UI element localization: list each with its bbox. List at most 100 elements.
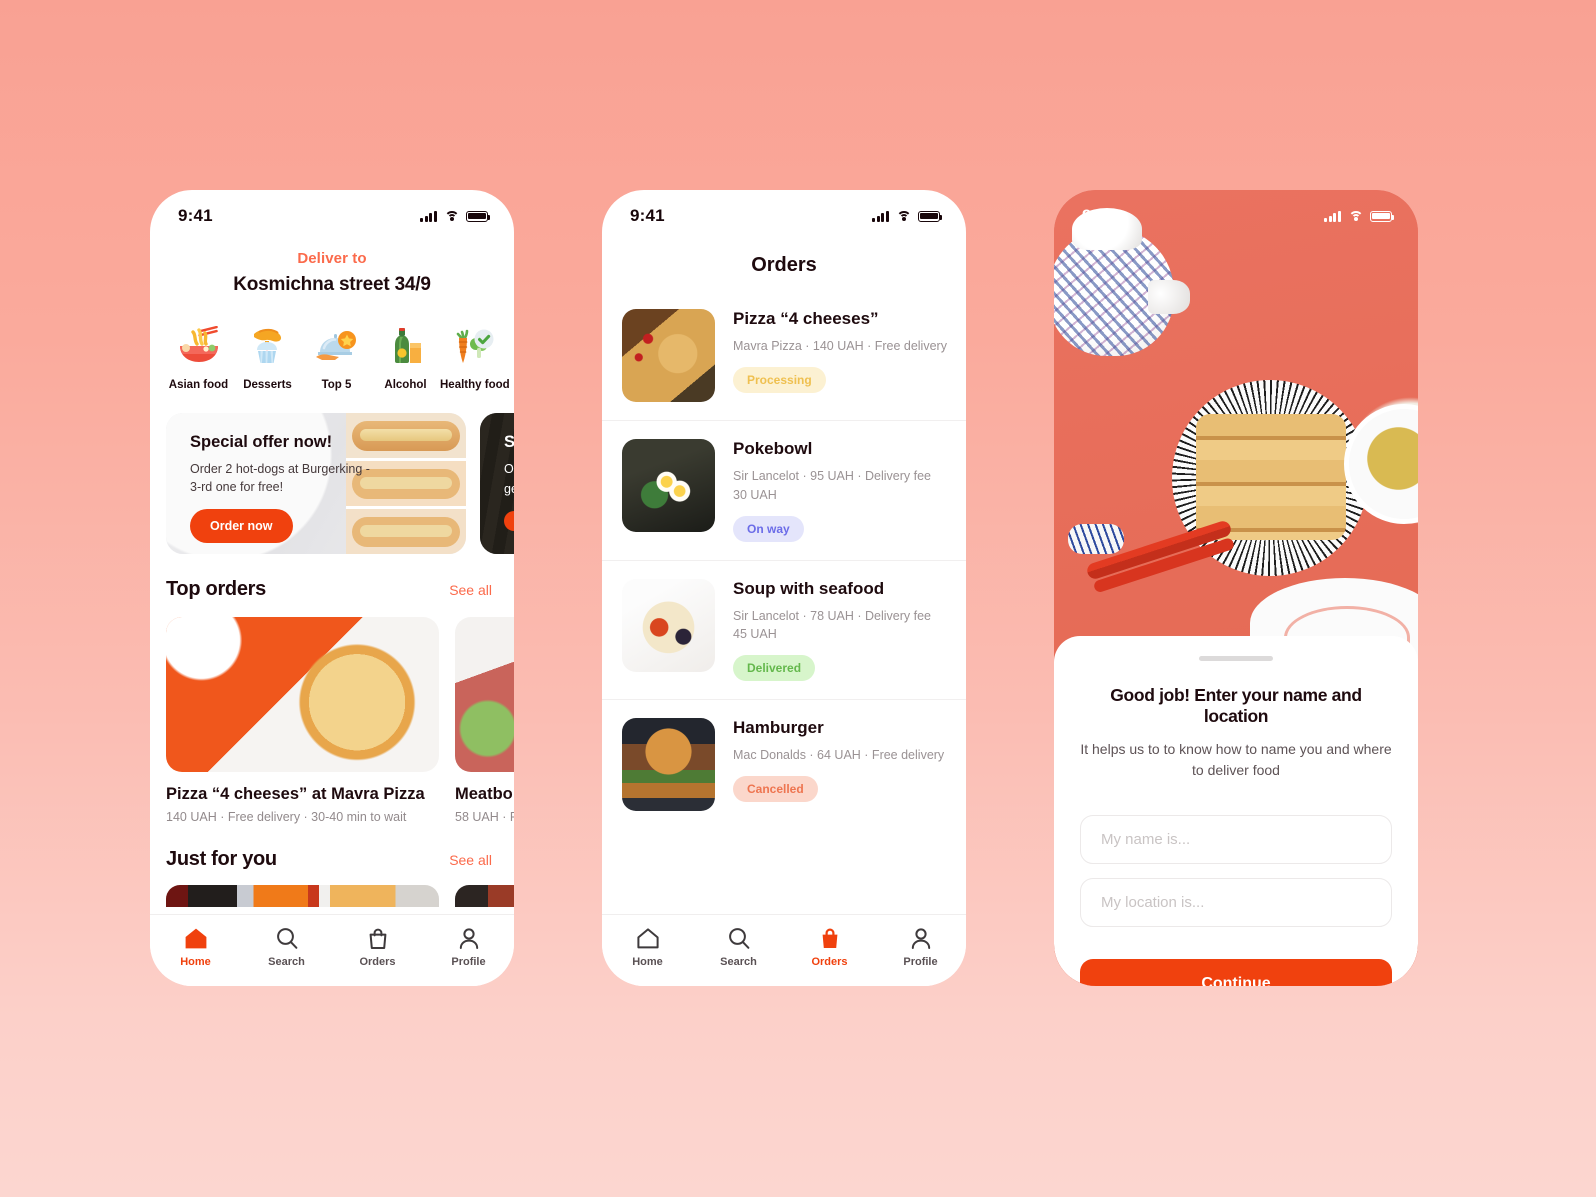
status-badge: Processing [733,366,826,393]
sheet-drag-handle[interactable] [1199,656,1273,661]
wifi-icon [444,210,459,222]
just-for-you-header: Just for you See all [150,824,514,871]
banner-subtitle-line1: Ord [504,462,514,476]
teapot-object [1054,208,1190,356]
order-row[interactable]: Pizza “4 cheeses” Mavra Pizza · 140 UAH … [602,291,966,421]
tab-orders[interactable]: Orders [332,925,423,968]
see-all-top-orders[interactable]: See all [449,582,492,598]
tab-label: Orders [811,956,848,968]
section-title: Top orders [166,578,266,600]
category-alcohol[interactable]: Alcohol [371,320,440,391]
food-card-title: Meatbo [455,785,513,803]
category-label: Healthy food [440,379,510,391]
order-meta: Mavra Pizza · 140 UAH · Free delivery [733,339,947,353]
tab-label: Profile [903,956,938,968]
chopstick-rest-object [1068,524,1124,554]
banner-title: Sp [504,433,514,451]
meatballs-photo [455,617,514,772]
tab-profile[interactable]: Profile [875,925,966,968]
phone-screen-home: 9:41 Deliver to Kosmichna street 34/9 As… [150,190,514,986]
tab-label: Home [632,956,663,968]
food-card-title: Pizza “4 cheeses” at Mavra Pizza [166,785,425,803]
category-top-5[interactable]: Top 5 [302,320,371,391]
top-orders-list[interactable]: Pizza “4 cheeses” at Mavra Pizza 140 UAH… [150,601,514,824]
order-name: Soup with seafood [733,578,885,598]
food-card[interactable]: Pizza “4 cheeses” at Mavra Pizza 140 UAH… [166,617,439,824]
striped-plate-object [1172,380,1368,576]
banner-subtitle: Order 2 hot-dogs at Burgerking - 3-rd on… [190,462,370,495]
order-name: Pokebowl [733,439,813,458]
delivery-address-header[interactable]: Deliver to Kosmichna street 34/9 [150,236,514,296]
location-input[interactable] [1080,878,1392,927]
bag-icon [332,925,423,951]
food-card[interactable]: Meatbo 58 UAH · F [455,617,514,824]
status-badge: Delivered [733,655,816,681]
page-title: Orders [751,254,817,276]
status-time: 9:41 [178,206,213,225]
order-row[interactable]: Soup with seafood Sir Lancelot · 78 UAH … [602,561,966,700]
promo-banner[interactable]: Special offer now! Order 2 hot-dogs at B… [166,413,466,554]
pizza-slices-photo [622,309,715,402]
cellular-signal-icon [1324,210,1341,222]
category-list[interactable]: Asian food Desserts Top 5 Alcohol Health… [150,296,514,391]
search-icon [241,925,332,951]
food-card-meta: 58 UAH · F [455,810,514,824]
status-indicators [420,210,491,222]
battery-icon [466,210,491,222]
bottom-tab-bar[interactable]: Home Search Orders Profile [150,914,514,986]
tab-profile[interactable]: Profile [423,925,514,968]
order-meta: Sir Lancelot · 95 UAH · Delivery fee 30 … [733,469,931,502]
status-bar: 9:41 [602,190,966,236]
home-icon [150,925,241,951]
order-now-button-secondary[interactable] [504,511,514,532]
tab-orders[interactable]: Orders [784,925,875,968]
food-card-meta: 140 UAH · Free delivery · 30-40 min to w… [166,810,407,824]
category-desserts[interactable]: Desserts [233,320,302,391]
person-icon [875,925,966,951]
status-indicators [872,210,943,222]
bottom-tab-bar[interactable]: Home Search Orders Profile [602,914,966,986]
status-badge: Cancelled [733,775,818,802]
noodle-bowl-icon [164,320,233,372]
name-input[interactable] [1080,815,1392,864]
order-row[interactable]: Pokebowl Sir Lancelot · 95 UAH · Deliver… [602,421,966,561]
onboarding-title: Good job! Enter your name and location [1110,685,1362,726]
tab-label: Search [720,956,757,968]
bag-icon [784,925,875,951]
tab-label: Profile [451,956,486,968]
food-photo[interactable] [166,885,439,907]
promo-banner-carousel[interactable]: Special offer now! Order 2 hot-dogs at B… [150,391,514,554]
home-icon [602,925,693,951]
tab-label: Orders [359,956,396,968]
onboarding-bottom-sheet: Good job! Enter your name and location I… [1054,636,1418,986]
top-orders-header: Top orders See all [150,554,514,601]
continue-button[interactable]: Continue [1080,959,1392,986]
wifi-icon [896,210,911,222]
tab-home[interactable]: Home [150,925,241,968]
seafood-soup-photo [622,578,715,672]
deliver-to-label: Deliver to [297,250,367,267]
pizza-photo [166,617,439,772]
food-photo[interactable] [455,885,514,907]
category-asian-food[interactable]: Asian food [164,320,233,391]
hamburger-photo [622,718,715,811]
banner-subtitle-line2: get [504,482,514,497]
see-all-just-for-you[interactable]: See all [449,852,492,868]
status-indicators [1324,210,1395,222]
order-meta: Sir Lancelot · 78 UAH · Delivery fee 45 … [733,608,931,642]
bottle-glass-icon [371,320,440,372]
order-row[interactable]: Hamburger Mac Donalds · 64 UAH · Free de… [602,700,966,829]
category-healthy-food[interactable]: Healthy food [440,320,510,391]
just-for-you-list[interactable] [150,871,514,907]
carrot-broccoli-icon [440,320,509,372]
onboarding-subtitle: It helps us to to know how to name you a… [1080,741,1392,778]
promo-banner-secondary[interactable]: Sp Ord get [480,413,514,554]
tab-search[interactable]: Search [241,925,332,968]
tab-search[interactable]: Search [693,925,784,968]
banner-title: Special offer now! [190,433,333,451]
tab-home[interactable]: Home [602,925,693,968]
order-now-button[interactable]: Order now [190,509,293,544]
status-time: 9:41 [630,206,665,225]
battery-icon [1370,210,1395,222]
orders-list[interactable]: Pizza “4 cheeses” Mavra Pizza · 140 UAH … [602,291,966,829]
